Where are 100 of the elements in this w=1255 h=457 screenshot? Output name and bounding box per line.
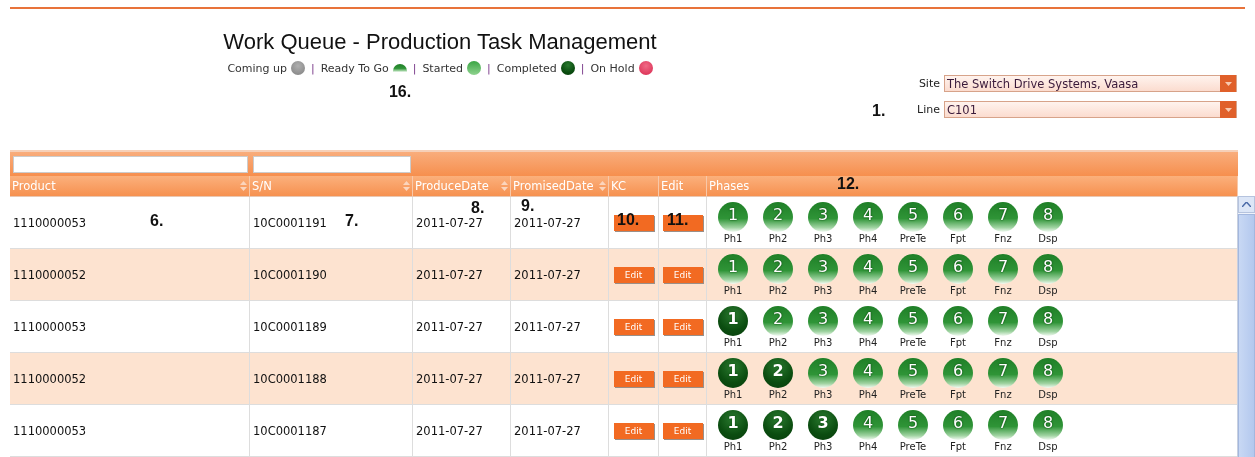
edit-button[interactable]: Edit — [662, 318, 703, 335]
phase-label: Ph4 — [858, 441, 878, 452]
phase-ball-icon[interactable]: 4 — [853, 254, 883, 284]
phase-ball-icon[interactable]: 4 — [853, 306, 883, 336]
phase-ball-icon[interactable]: 7 — [988, 306, 1018, 336]
callout-number: 16. — [388, 83, 412, 101]
sort-icon[interactable] — [501, 181, 508, 191]
phase-label: Fnz — [994, 441, 1012, 452]
phase-ball-icon[interactable]: 4 — [853, 410, 883, 440]
scroll-up-icon[interactable] — [1238, 196, 1255, 213]
dropdown-field[interactable]: C101 — [944, 101, 1237, 118]
filter-field[interactable] — [13, 155, 248, 173]
table-row[interactable]: 1110000053 10C0001189 2011-07-27 2011-07-27 Edit Edit 1 Ph1 2 Ph2 3 Ph3 4 Ph4 5 PreTe 6 Fpt 7 Fnz 8 Dsp — [10, 301, 1238, 353]
callout-number: 9. — [521, 197, 535, 215]
phase-ball-icon[interactable]: 5 — [898, 202, 928, 232]
table-row[interactable]: 1110000053 10C0001187 2011-07-27 2011-07-27 Edit Edit 1 Ph1 2 Ph2 3 Ph3 4 Ph4 5 PreTe 6 Fpt 7 Fnz 8 Dsp — [10, 405, 1238, 457]
table-row[interactable]: 1110000053 6. 10C0001191 7. 2011-07-27 8. 2011-07-27 9. 10. 11. 1 Ph1 2 Ph2 3 Ph3 4 Ph4 5 PreTe 6 Fpt 7 Fnz 8 Dsp — [10, 197, 1238, 249]
phase-ball-icon[interactable]: 1 — [718, 202, 748, 232]
phase-ball-icon[interactable]: 3 — [808, 306, 838, 336]
phase-ball-icon[interactable]: 5 — [898, 358, 928, 388]
legend-separator: | — [487, 61, 491, 75]
phase-label: Ph3 — [813, 337, 833, 348]
phase-ball-icon[interactable]: 2 — [763, 202, 793, 232]
phase-ball-icon[interactable]: 2 — [763, 254, 793, 284]
phase-label: Ph3 — [813, 233, 833, 244]
phase-ball-icon[interactable]: 3 — [808, 254, 838, 284]
legend-label: Ready To Go — [320, 61, 389, 75]
table-cell: 2011-07-27 — [416, 267, 483, 282]
phase-ball-icon[interactable]: 3 — [808, 410, 838, 440]
dropdown-field[interactable]: The Switch Drive Systems, Vaasa — [944, 75, 1237, 92]
phase-ball-icon[interactable]: 3 — [808, 358, 838, 388]
phase-ball-icon[interactable]: 8 — [1033, 254, 1063, 284]
callout-number: 7. — [345, 212, 359, 230]
edit-button[interactable] — [662, 214, 703, 231]
phase-ball-icon[interactable]: 4 — [853, 202, 883, 232]
phase-ball-icon[interactable]: 6 — [943, 254, 973, 284]
phase-label: Ph4 — [858, 285, 878, 296]
phase-ball-icon[interactable]: 8 — [1033, 202, 1063, 232]
table-cell: 2011-07-27 — [416, 371, 483, 386]
phase-ball-icon[interactable]: 5 — [898, 410, 928, 440]
table-row[interactable]: 1110000052 10C0001188 2011-07-27 2011-07-27 Edit Edit 1 Ph1 2 Ph2 3 Ph3 4 Ph4 5 PreTe 6 Fpt 7 Fnz 8 Dsp — [10, 353, 1238, 405]
phase-ball-icon[interactable]: 7 — [988, 410, 1018, 440]
phase-ball-icon[interactable]: 7 — [988, 358, 1018, 388]
phase-label: Ph3 — [813, 285, 833, 296]
field-label: Site — [918, 77, 940, 90]
sort-icon[interactable] — [599, 181, 606, 191]
phase-ball-icon[interactable]: 2 — [763, 358, 793, 388]
filter-field[interactable] — [253, 155, 411, 173]
edit-button[interactable] — [613, 214, 654, 231]
phase-ball-icon[interactable]: 8 — [1033, 410, 1063, 440]
edit-button[interactable]: Edit — [613, 422, 654, 439]
phase-ball-icon[interactable]: 7 — [988, 202, 1018, 232]
table-cell: 1110000052 — [13, 371, 87, 386]
table-cell: 10C0001187 — [253, 423, 327, 438]
edit-button[interactable]: Edit — [662, 422, 703, 439]
phase-ball-icon[interactable]: 1 — [718, 410, 748, 440]
phase-label: PreTe — [899, 233, 927, 244]
edit-button[interactable]: Edit — [662, 370, 703, 387]
callout-number: 8. — [471, 199, 485, 217]
phase-ball-icon[interactable]: 1 — [718, 358, 748, 388]
edit-button[interactable]: Edit — [613, 318, 654, 335]
edit-button[interactable]: Edit — [662, 266, 703, 283]
table-cell: 2011-07-27 — [416, 319, 483, 334]
caret-icon[interactable] — [1220, 101, 1236, 118]
phase-ball-icon[interactable]: 4 — [853, 358, 883, 388]
phase-label: Ph2 — [768, 233, 788, 244]
phase-ball-icon[interactable]: 1 — [718, 254, 748, 284]
phase-ball-icon[interactable]: 5 — [898, 306, 928, 336]
sort-icon[interactable] — [403, 181, 410, 191]
callout-number: 11. — [667, 211, 689, 229]
phase-label: Ph1 — [723, 441, 743, 452]
table-cell: 2011-07-27 — [514, 371, 581, 386]
phase-ball-icon[interactable]: 6 — [943, 306, 973, 336]
edit-button[interactable]: Edit — [613, 370, 654, 387]
phase-label: Ph1 — [723, 285, 743, 296]
phase-label: Fnz — [994, 389, 1012, 400]
phase-ball-icon[interactable]: 6 — [943, 358, 973, 388]
phase-ball-icon[interactable]: 8 — [1033, 358, 1063, 388]
phase-label: Dsp — [1038, 285, 1058, 296]
phase-ball-icon[interactable]: 8 — [1033, 306, 1063, 336]
legend-separator: | — [412, 61, 417, 75]
table-cell: 2011-07-27 — [416, 423, 483, 438]
phase-ball-icon[interactable]: 5 — [898, 254, 928, 284]
phase-ball-icon[interactable]: 6 — [943, 410, 973, 440]
edit-button[interactable]: Edit — [613, 266, 654, 283]
phase-label: Fpt — [950, 389, 966, 400]
phase-ball-icon[interactable]: 3 — [808, 202, 838, 232]
phase-ball-icon[interactable]: 6 — [943, 202, 973, 232]
caret-icon[interactable] — [1220, 75, 1236, 92]
phase-ball-icon[interactable]: 7 — [988, 254, 1018, 284]
phase-label: Ph2 — [768, 337, 788, 348]
phase-ball-icon[interactable]: 2 — [763, 306, 793, 336]
field-label: Line — [917, 103, 940, 116]
phase-ball-icon[interactable]: 1 — [718, 306, 748, 336]
table-row[interactable]: 1110000052 10C0001190 2011-07-27 2011-07-27 Edit Edit 1 Ph1 2 Ph2 3 Ph3 4 Ph4 5 PreTe 6 Fpt 7 Fnz 8 Dsp — [10, 249, 1238, 301]
table-cell: 2011-07-27 — [514, 215, 581, 230]
table-cell: 10C0001188 — [253, 371, 327, 386]
phase-ball-icon[interactable]: 2 — [763, 410, 793, 440]
sort-icon[interactable] — [240, 181, 247, 191]
legend-label: Started — [422, 61, 463, 75]
